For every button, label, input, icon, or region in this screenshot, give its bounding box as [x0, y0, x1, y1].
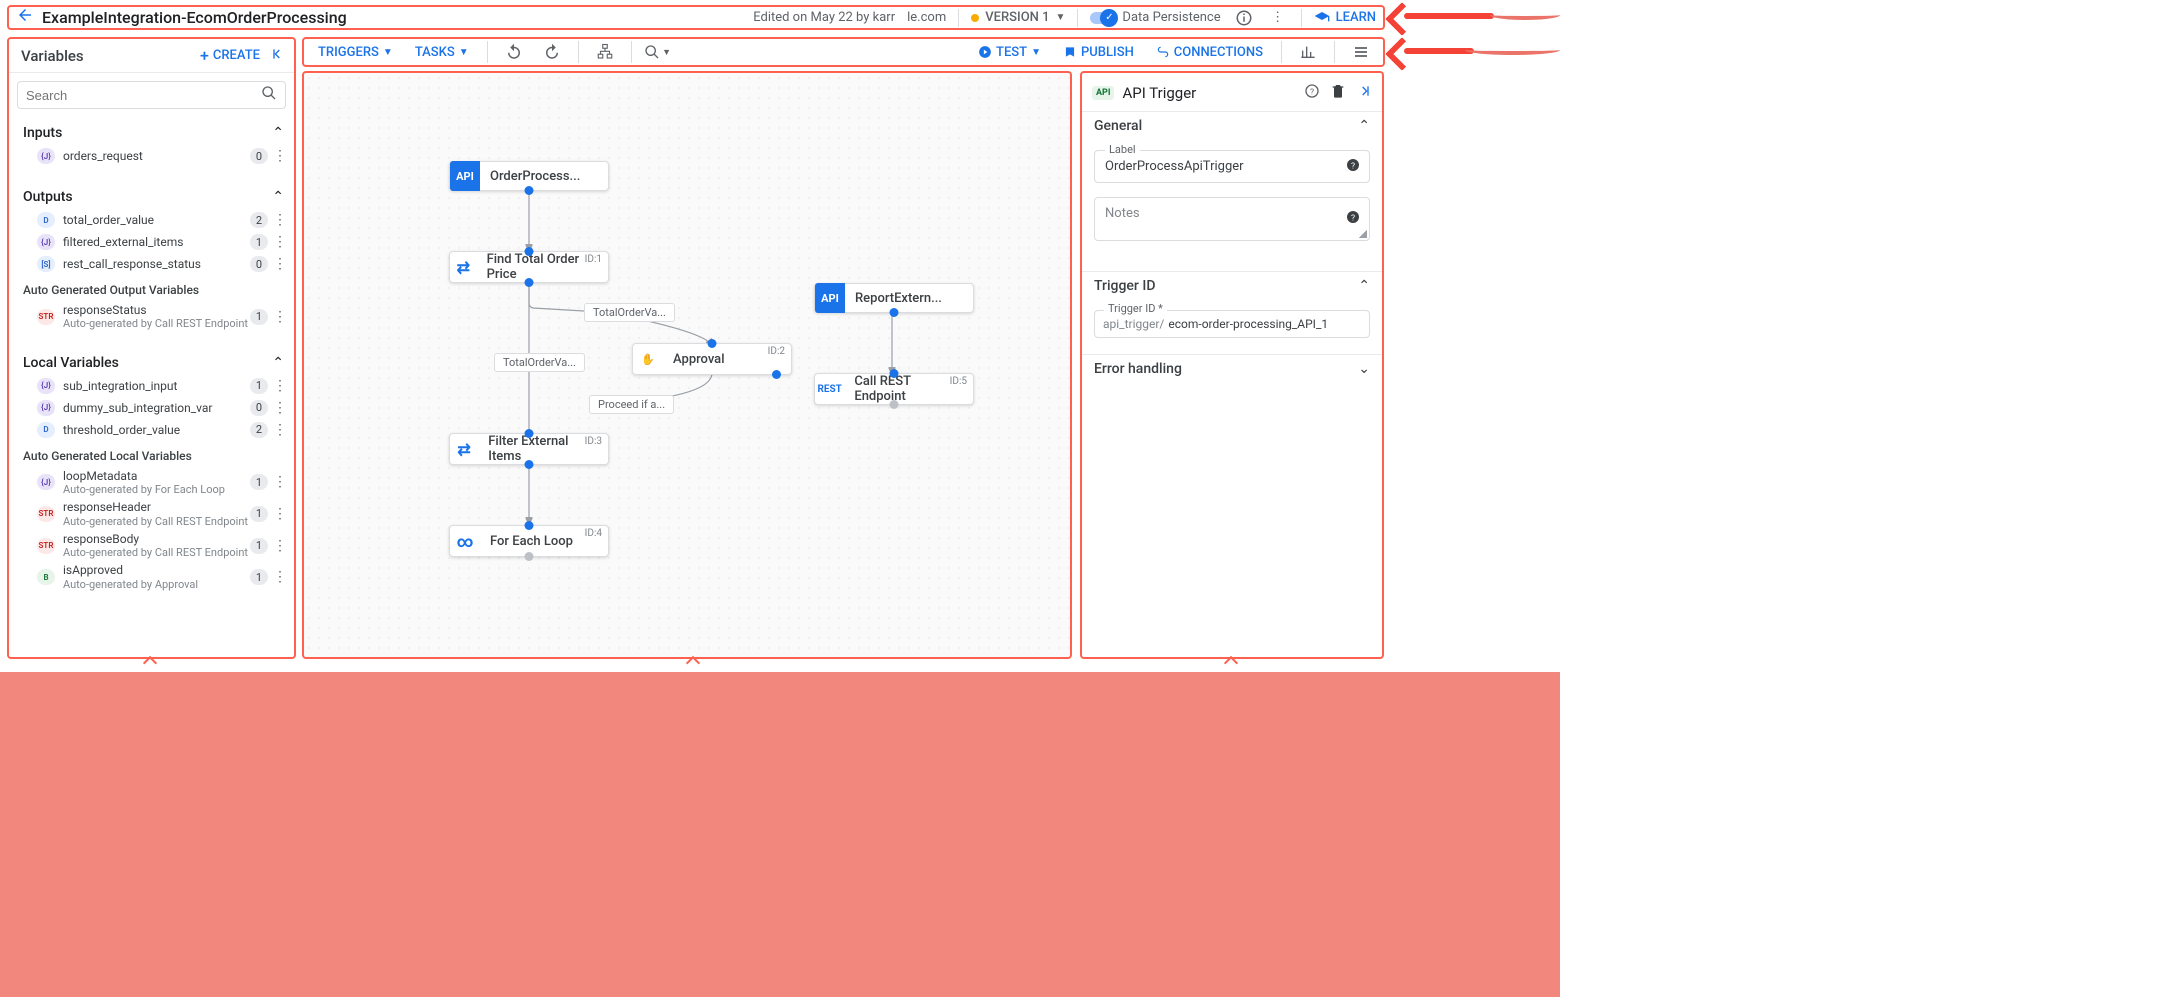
integration-title: ExampleIntegration-EcomOrderProcessing: [42, 8, 347, 27]
variable-row[interactable]: {J}sub_integration_input1⋮: [9, 375, 294, 397]
collapse-panel-icon[interactable]: [270, 46, 286, 66]
delete-icon[interactable]: [1330, 83, 1346, 103]
api-chip-icon: API: [1092, 86, 1114, 100]
triggerid-section-header[interactable]: Trigger ID⌃: [1082, 272, 1382, 300]
variable-row[interactable]: STRresponseHeaderAuto-generated by Call …: [9, 498, 294, 530]
auto-local-subheader: Auto Generated Local Variables: [9, 441, 294, 467]
learn-button[interactable]: LEARN: [1314, 10, 1376, 26]
triggers-menu[interactable]: TRIGGERS▼: [312, 43, 399, 62]
variable-row[interactable]: {J}orders_request0⋮: [9, 145, 294, 167]
tasks-menu[interactable]: TASKS▼: [409, 43, 475, 62]
chevron-up-icon: ⌃: [272, 189, 284, 205]
expand-panel-icon[interactable]: [1356, 83, 1372, 103]
publish-button[interactable]: PUBLISH: [1057, 43, 1140, 62]
resize-handle-icon[interactable]: [1359, 230, 1367, 238]
edited-info: Edited on May 22 by karr: [753, 10, 895, 25]
datamap-icon: ⇄: [450, 434, 478, 464]
annotation-footer: [0, 672, 1560, 997]
variable-row[interactable]: [S]rest_call_response_status0⋮: [9, 253, 294, 275]
domain-info: le.com: [907, 10, 946, 25]
data-persistence-toggle[interactable]: ✓ Data Persistence: [1090, 10, 1220, 25]
overflow-menu-icon[interactable]: ⋮: [1267, 7, 1289, 29]
node-filter-external[interactable]: ⇄ Filter External Items ID:3: [449, 433, 609, 465]
api-icon: API: [815, 283, 845, 313]
node-rest-endpoint[interactable]: REST Call REST Endpoint ID:5: [814, 373, 974, 405]
node-approval[interactable]: ✋ Approval ID:2: [632, 343, 792, 375]
variable-row[interactable]: STRresponseStatusAuto-generated by Call …: [9, 301, 294, 333]
chevron-down-icon: ⌄: [1358, 361, 1370, 377]
version-selector[interactable]: VERSION 1 ▼: [971, 10, 1065, 25]
error-handling-section-header[interactable]: Error handling⌄: [1082, 355, 1382, 383]
node-find-total[interactable]: ⇄ Find Total Order Price ID:1: [449, 251, 609, 283]
svg-text:?: ?: [1310, 87, 1314, 97]
notes-field[interactable]: Notes ?: [1094, 197, 1370, 241]
svg-text:?: ?: [1351, 213, 1355, 223]
variables-panel: Variables +CREATE Inputs⌃ {J}orders_requ…: [7, 37, 296, 659]
general-section-header[interactable]: General⌃: [1082, 112, 1382, 140]
edge-label[interactable]: Proceed if a...: [589, 395, 674, 414]
chevron-up-icon: ⌃: [1358, 278, 1370, 294]
layout-icon[interactable]: [591, 43, 619, 61]
canvas-toolbar: TRIGGERS▼ TASKS▼ ▼ TEST▼ PUBLISH CONNECT…: [302, 37, 1385, 67]
loop-icon: ∞: [450, 526, 480, 556]
create-variable-button[interactable]: +CREATE: [200, 48, 260, 64]
field-help-icon[interactable]: ?: [1345, 157, 1361, 177]
field-help-icon[interactable]: ?: [1345, 209, 1361, 229]
row-overflow-icon[interactable]: ⋮: [272, 148, 288, 164]
node-trigger-reportextern[interactable]: API ReportExtern...: [814, 283, 974, 313]
variable-row[interactable]: {J}dummy_sub_integration_var0⋮: [9, 397, 294, 419]
variable-row[interactable]: {J}loopMetadataAuto-generated by For Eac…: [9, 467, 294, 499]
locals-section-header[interactable]: Local Variables⌃: [9, 347, 294, 375]
zoom-icon[interactable]: ▼: [644, 44, 672, 60]
redo-icon[interactable]: [538, 43, 566, 61]
properties-panel: API API Trigger ? General⌃ Label OrderPr…: [1080, 71, 1384, 659]
status-dot-icon: [971, 14, 979, 22]
chevron-up-icon: ⌃: [272, 355, 284, 371]
variable-search-input[interactable]: [17, 81, 286, 109]
panel-title: API Trigger: [1122, 84, 1296, 102]
variable-row[interactable]: Dtotal_order_value2⋮: [9, 209, 294, 231]
variable-row[interactable]: Dthreshold_order_value2⋮: [9, 419, 294, 441]
rest-icon: REST: [815, 374, 844, 404]
canvas[interactable]: API OrderProcess... ⇄ Find Total Order P…: [302, 71, 1072, 659]
search-icon: [261, 85, 277, 105]
variable-row[interactable]: BisApprovedAuto-generated by Approval1⋮: [9, 561, 294, 593]
outputs-section-header[interactable]: Outputs⌃: [9, 181, 294, 209]
svg-text:?: ?: [1351, 161, 1355, 171]
label-field[interactable]: Label OrderProcessApiTrigger ?: [1094, 150, 1370, 183]
edge-label[interactable]: TotalOrderVa...: [494, 353, 585, 372]
hand-icon: ✋: [633, 344, 663, 374]
variables-title: Variables: [21, 47, 84, 65]
back-button[interactable]: [8, 6, 42, 29]
variable-row[interactable]: {J}filtered_external_items1⋮: [9, 231, 294, 253]
node-trigger-orderprocess[interactable]: API OrderProcess...: [449, 161, 609, 191]
analytics-icon[interactable]: [1294, 44, 1322, 60]
chevron-up-icon: ⌃: [1358, 118, 1370, 134]
auto-output-subheader: Auto Generated Output Variables: [9, 275, 294, 301]
connections-button[interactable]: CONNECTIONS: [1150, 43, 1269, 62]
inputs-section-header[interactable]: Inputs⌃: [9, 117, 294, 145]
variable-row[interactable]: STRresponseBodyAuto-generated by Call RE…: [9, 530, 294, 562]
edge-label[interactable]: TotalOrderVa...: [584, 303, 675, 322]
test-button[interactable]: TEST▼: [972, 43, 1047, 62]
info-icon[interactable]: [1233, 7, 1255, 29]
api-icon: API: [450, 161, 480, 191]
menu-icon[interactable]: [1347, 44, 1375, 60]
undo-icon[interactable]: [500, 43, 528, 61]
help-icon[interactable]: ?: [1304, 83, 1320, 103]
datamap-icon: ⇄: [450, 252, 477, 282]
node-foreach[interactable]: ∞ For Each Loop ID:4: [449, 525, 609, 557]
annotation-scribble: [1490, 10, 1560, 20]
annotation-scribble: [1465, 45, 1560, 55]
chevron-up-icon: ⌃: [272, 125, 284, 141]
top-bar: ExampleIntegration-EcomOrderProcessing E…: [8, 6, 1382, 29]
